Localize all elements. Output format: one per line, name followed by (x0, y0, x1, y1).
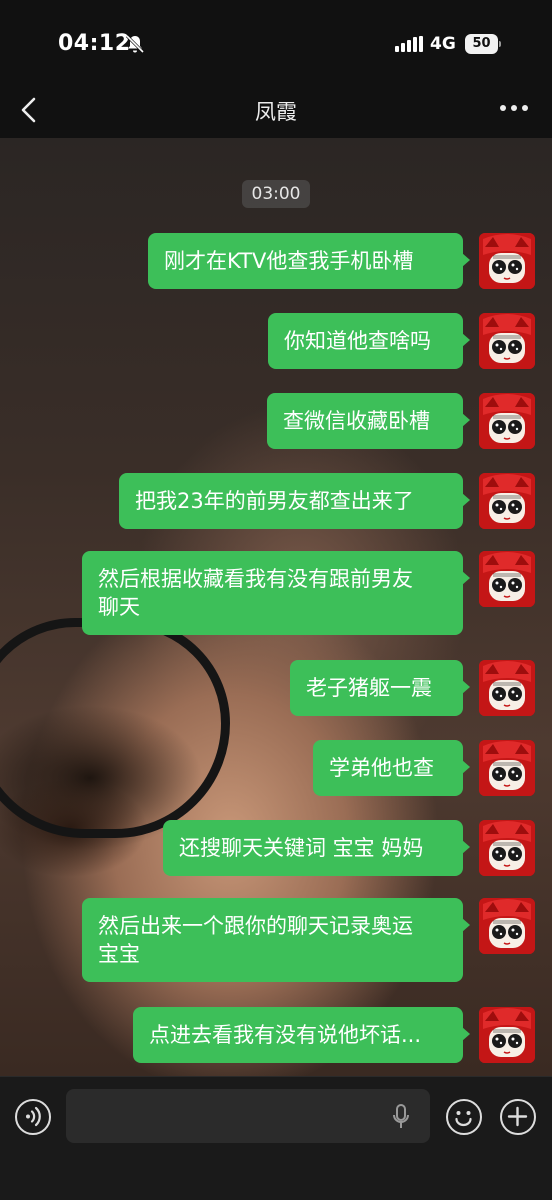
message-bubble[interactable]: 学弟他也查 (313, 740, 470, 796)
message-row: 点进去看我有没有说他坏话... (0, 1007, 552, 1063)
sender-avatar[interactable] (479, 313, 535, 369)
network-type: 4G (430, 34, 456, 54)
message-bubble[interactable]: 然后出来一个跟你的聊天记录奥运 宝宝 (82, 898, 470, 982)
message-row: 刚才在KTV他查我手机卧槽 (0, 233, 552, 289)
message-bubble[interactable]: 把我23年的前男友都查出来了 (119, 473, 470, 529)
smiley-icon (455, 1111, 472, 1127)
voice-toggle-button[interactable] (15, 1099, 51, 1135)
sender-avatar[interactable] (479, 820, 535, 876)
sender-avatar[interactable] (479, 233, 535, 289)
message-row: 你知道他查啥吗 (0, 313, 552, 369)
message-row: 然后出来一个跟你的聊天记录奥运 宝宝 (0, 898, 552, 982)
message-bubble[interactable]: 然后根据收藏看我有没有跟前男友 聊天 (82, 551, 470, 635)
message-row: 把我23年的前男友都查出来了 (0, 473, 552, 529)
message-row: 老子猪躯一震 (0, 660, 552, 716)
status-time: 04:12 (58, 31, 131, 56)
status-bar: 04:12 4G 50 (0, 0, 552, 88)
message-bubble[interactable]: 老子猪躯一震 (290, 660, 470, 716)
message-bubble[interactable]: 你知道他查啥吗 (268, 313, 470, 369)
sender-avatar[interactable] (479, 740, 535, 796)
bell-muted-icon (125, 34, 145, 54)
microphone-icon[interactable] (390, 1103, 412, 1131)
more-actions-button[interactable] (500, 1099, 536, 1135)
message-input[interactable] (66, 1089, 430, 1143)
message-row: 然后根据收藏看我有没有跟前男友 聊天 (0, 551, 552, 635)
message-bubble[interactable]: 点进去看我有没有说他坏话... (133, 1007, 470, 1063)
sender-avatar[interactable] (479, 393, 535, 449)
sender-avatar[interactable] (479, 551, 535, 607)
background-photo (0, 618, 230, 838)
plus-icon (507, 1106, 528, 1127)
sender-avatar[interactable] (479, 660, 535, 716)
cellular-signal-icon (395, 36, 423, 52)
message-bubble[interactable]: 还搜聊天关键词 宝宝 妈妈 (163, 820, 470, 876)
voice-waves-icon (26, 1106, 41, 1127)
battery-level: 50 (472, 36, 491, 51)
message-row: 查微信收藏卧槽 (0, 393, 552, 449)
sender-avatar[interactable] (479, 898, 535, 954)
battery-icon: 50 (465, 34, 501, 54)
emoji-button[interactable] (446, 1099, 482, 1135)
message-bubble[interactable]: 刚才在KTV他查我手机卧槽 (148, 233, 470, 289)
more-options-icon[interactable] (498, 102, 530, 114)
message-row: 还搜聊天关键词 宝宝 妈妈 (0, 820, 552, 876)
time-stamp: 03:00 (242, 180, 310, 208)
message-row: 学弟他也查 (0, 740, 552, 796)
chat-title: 凤霞 (255, 100, 297, 124)
input-bar (0, 1076, 552, 1200)
message-bubble[interactable]: 查微信收藏卧槽 (267, 393, 470, 449)
sender-avatar[interactable] (479, 473, 535, 529)
chat-area[interactable]: 03:00 刚才在KTV他查我手机卧槽你知道他查啥吗 查微信收藏卧槽把我23年的前… (0, 138, 552, 1076)
sender-avatar[interactable] (479, 1007, 535, 1063)
nav-bar: 凤霞 (0, 88, 552, 138)
